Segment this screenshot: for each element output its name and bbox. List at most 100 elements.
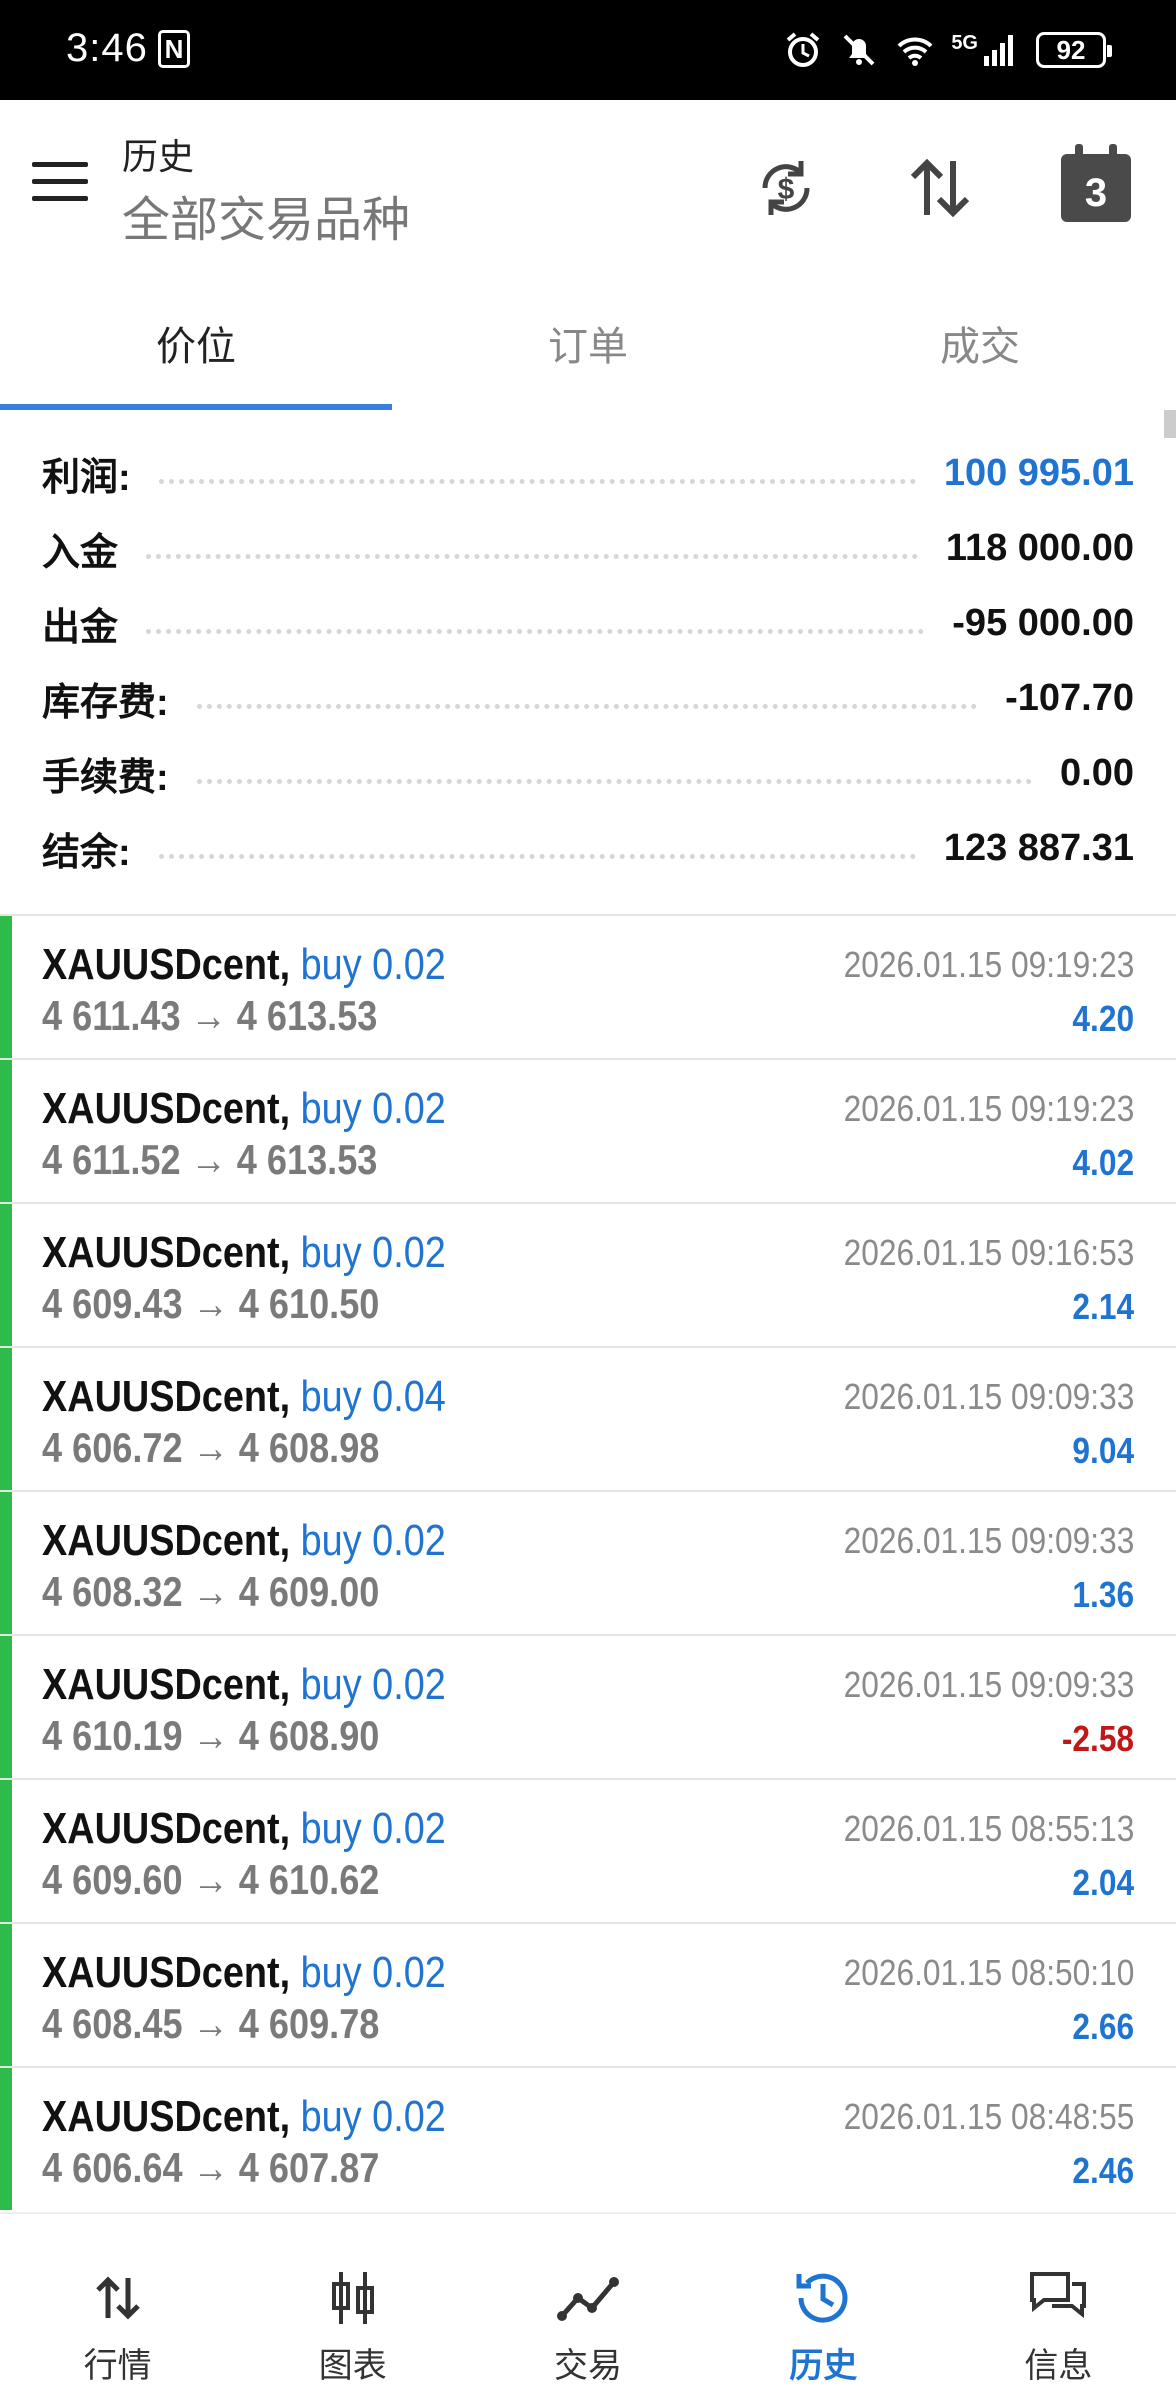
deal-prices: 4 608.32 → 4 609.00 [42,1568,380,1615]
symbol-name: XAUUSDcent, [42,1228,291,1277]
symbol-name: XAUUSDcent, [42,1804,291,1853]
symbol-name: XAUUSDcent, [42,940,291,989]
deal-prices: 4 608.45 → 4 609.78 [42,2000,380,2047]
deal-direction: buy 0.02 [300,2092,446,2141]
summary-row-withdrawal: 出金 -95 000.00 [0,586,1176,661]
deal-direction: buy 0.02 [300,1228,446,1277]
deal-direction: buy 0.02 [300,1516,446,1565]
dotted-leader [158,479,916,484]
list-item[interactable]: XAUUSDcent, buy 0.02 4 608.45 → 4 609.78… [0,1922,1176,2066]
nav-charts[interactable]: 图表 [235,2214,470,2400]
tab-bar: 价位 订单 成交 [0,270,1176,410]
summary-row-balance: 结余: 123 887.31 [0,811,1176,886]
dotted-leader [146,629,925,634]
nav-history[interactable]: 历史 [706,2214,941,2400]
deal-time: 2026.01.15 09:09:33 [843,1520,1134,1561]
summary-value: -95 000.00 [952,602,1134,644]
buy-indicator-bar [0,1780,12,1922]
trade-line-icon [557,2277,619,2321]
deal-prices: 4 606.64 → 4 607.87 [42,2144,380,2191]
summary-label: 入金 [42,532,119,574]
nav-messages[interactable]: 信息 [941,2214,1176,2400]
menu-icon[interactable] [32,162,88,206]
tab-deals[interactable]: 成交 [784,270,1176,410]
scrollbar[interactable] [1164,410,1176,438]
nav-label: 图表 [318,2347,387,2385]
summary-panel: 利润: 100 995.01 入金 118 000.00 出金 -95 000.… [0,436,1176,886]
summary-value: 123 887.31 [943,827,1134,869]
deal-profit: 2.66 [1072,2006,1134,2047]
list-item[interactable]: XAUUSDcent, buy 0.02 4 609.43 → 4 610.50… [0,1202,1176,1346]
symbol-filter[interactable]: 全部交易品种 [122,180,410,250]
deal-symbol: XAUUSDcent, buy 0.02 [42,1948,446,1998]
dotted-leader [158,854,916,859]
buy-indicator-bar [0,1492,12,1634]
list-item[interactable]: XAUUSDcent, buy 0.02 4 606.64 → 4 607.87… [0,2066,1176,2210]
sort-button[interactable] [900,148,980,228]
nav-label: 历史 [789,2347,858,2385]
list-item[interactable]: XAUUSDcent, buy 0.02 4 609.60 → 4 610.62… [0,1778,1176,1922]
buy-indicator-bar [0,1924,12,2066]
nav-quotes[interactable]: 行情 [0,2214,235,2400]
buy-indicator-bar [0,1204,12,1346]
deal-time: 2026.01.15 08:50:10 [843,1952,1134,1993]
currency-refresh-icon: $ [762,161,810,215]
summary-label: 库存费: [42,682,169,724]
deal-prices: 4 606.72 → 4 608.98 [42,1424,380,1471]
wifi-icon [897,37,933,66]
bottom-nav: 行情 图表 交易 历史 信息 [0,2212,1176,2400]
deal-time: 2026.01.15 09:16:53 [843,1232,1134,1273]
summary-value: 118 000.00 [945,527,1134,569]
nav-trade[interactable]: 交易 [470,2214,705,2400]
buy-indicator-bar [0,1636,12,1778]
summary-row-profit: 利润: 100 995.01 [0,436,1176,511]
deal-profit: -2.58 [1061,1718,1134,1759]
history-clock-icon [796,2273,848,2323]
calendar-button[interactable]: 3 [1056,144,1136,228]
deal-symbol: XAUUSDcent, buy 0.02 [42,1228,446,1278]
deal-profit: 1.36 [1072,1574,1134,1615]
tab-prices[interactable]: 价位 [0,270,392,410]
network-type: 5G [951,31,978,54]
deal-time: 2026.01.15 08:48:55 [843,2096,1134,2137]
svg-text:$: $ [778,173,795,206]
deal-direction: buy 0.02 [300,1804,446,1853]
buy-indicator-bar [0,1348,12,1490]
deal-time: 2026.01.15 09:09:33 [843,1664,1134,1705]
list-item[interactable]: XAUUSDcent, buy 0.02 4 611.43 → 4 613.53… [0,914,1176,1058]
list-item[interactable]: XAUUSDcent, buy 0.02 4 611.52 → 4 613.53… [0,1058,1176,1202]
status-bar: 3:46 N 5G 92 [0,0,1176,100]
summary-row-commission: 手续费: 0.00 [0,736,1176,811]
symbol-name: XAUUSDcent, [42,1660,291,1709]
currency-exchange-button[interactable]: $ [746,148,826,228]
nfc-icon: N [158,30,190,68]
deal-symbol: XAUUSDcent, buy 0.02 [42,1804,446,1854]
deal-symbol: XAUUSDcent, buy 0.02 [42,940,446,990]
deal-direction: buy 0.02 [300,940,446,989]
tab-orders[interactable]: 订单 [392,270,784,410]
deal-profit: 2.14 [1072,1286,1134,1327]
deal-profit: 9.04 [1072,1430,1134,1471]
status-time: 3:46 [66,26,148,70]
sort-arrows-icon [910,158,970,218]
list-item[interactable]: XAUUSDcent, buy 0.02 4 608.32 → 4 609.00… [0,1490,1176,1634]
summary-value: 0.00 [1060,752,1134,794]
arrows-updown-icon [95,2276,140,2320]
list-item[interactable]: XAUUSDcent, buy 0.04 4 606.72 → 4 608.98… [0,1346,1176,1490]
deal-direction: buy 0.04 [300,1372,446,1421]
summary-value: -107.70 [1005,677,1134,719]
page-title: 历史 [122,136,195,177]
deal-profit: 2.04 [1072,1862,1134,1903]
deal-profit: 4.02 [1072,1142,1134,1183]
signal-icon [984,35,1013,66]
deal-prices: 4 609.43 → 4 610.50 [42,1280,380,1327]
deal-prices: 4 611.52 → 4 613.53 [42,1136,378,1183]
deal-direction: buy 0.02 [300,1948,446,1997]
deal-profit: 4.20 [1072,998,1134,1039]
symbol-name: XAUUSDcent, [42,1084,291,1133]
list-item[interactable]: XAUUSDcent, buy 0.02 4 610.19 → 4 608.90… [0,1634,1176,1778]
summary-label: 结余: [42,832,131,874]
deal-direction: buy 0.02 [300,1660,446,1709]
dotted-leader [146,554,918,559]
battery-indicator: 92 [1036,32,1112,68]
